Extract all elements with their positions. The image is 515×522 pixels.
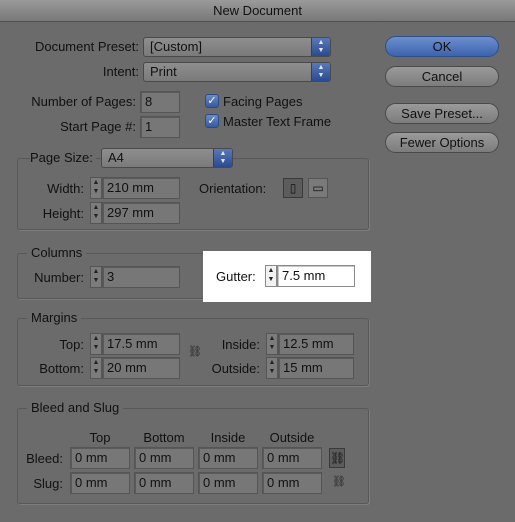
margin-outside-stepper[interactable]: ▲ ▼: [266, 357, 278, 379]
slug-top-field[interactable]: 0 mm: [70, 472, 130, 494]
cancel-button[interactable]: Cancel: [385, 66, 499, 87]
document-preset-value: [Custom]: [150, 39, 203, 54]
bleed-outside-field[interactable]: 0 mm: [262, 447, 322, 469]
intent-value: Print: [150, 64, 177, 79]
height-label: Height:: [42, 206, 84, 221]
bleed-header-bottom: Bottom: [143, 430, 185, 445]
width-stepper[interactable]: ▲ ▼: [90, 177, 102, 199]
slug-bottom-field[interactable]: 0 mm: [134, 472, 194, 494]
window-title: New Document: [0, 0, 515, 22]
landscape-icon[interactable]: ▭: [308, 178, 328, 198]
margin-outside-label: Outside:: [211, 361, 260, 376]
slug-outside-field[interactable]: 0 mm: [262, 472, 322, 494]
margin-bottom-stepper[interactable]: ▲ ▼: [90, 357, 102, 379]
ok-button[interactable]: OK: [385, 36, 499, 57]
margin-bottom-field[interactable]: 20 mm: [102, 357, 180, 379]
slug-label: Slug:: [33, 476, 63, 491]
height-field[interactable]: 297 mm: [102, 202, 180, 224]
margin-outside-field[interactable]: 15 mm: [278, 357, 354, 379]
intent-select[interactable]: Print ▲ ▼: [143, 62, 331, 82]
gutter-label: Gutter:: [216, 269, 256, 284]
gutter-highlight: Gutter: ▲ ▼ 7.5 mm: [203, 251, 371, 302]
facing-pages-label: Facing Pages: [223, 94, 303, 109]
portrait-icon[interactable]: ▯: [283, 178, 303, 198]
bleed-chain-icon[interactable]: ⛓: [329, 448, 345, 468]
slug-chain-icon[interactable]: ⛓: [332, 473, 346, 491]
fewer-options-button[interactable]: Fewer Options: [385, 132, 499, 153]
margins-title: Margins: [27, 310, 82, 325]
bleed-bottom-field[interactable]: 0 mm: [134, 447, 194, 469]
facing-pages-checkbox[interactable]: ✓: [205, 94, 219, 108]
bleed-header-inside: Inside: [210, 430, 246, 445]
document-preset-label: Document Preset:: [34, 39, 139, 54]
columns-number-label: Number:: [34, 270, 84, 285]
gutter-field[interactable]: 7.5 mm: [277, 265, 355, 287]
bleed-header-outside: Outside: [269, 430, 315, 445]
margin-bottom-label: Bottom:: [39, 361, 84, 376]
document-preset-select[interactable]: [Custom] ▲ ▼: [143, 37, 331, 57]
intent-label: Intent:: [102, 64, 139, 79]
margin-top-stepper[interactable]: ▲ ▼: [90, 333, 102, 355]
page-size-value: A4: [108, 150, 124, 165]
gutter-stepper[interactable]: ▲ ▼: [265, 265, 277, 287]
margin-inside-stepper[interactable]: ▲ ▼: [266, 333, 278, 355]
height-stepper[interactable]: ▲ ▼: [90, 202, 102, 224]
orientation-label: Orientation:: [199, 181, 267, 196]
margin-top-label: Top:: [59, 337, 84, 352]
page-size-select[interactable]: A4 ▲ ▼: [101, 148, 233, 168]
margin-inside-label: Inside:: [221, 337, 260, 352]
margin-inside-field[interactable]: 12.5 mm: [278, 333, 354, 355]
number-of-pages-field[interactable]: 8: [140, 91, 180, 113]
page-size-label: Page Size:: [30, 150, 96, 165]
save-preset-button[interactable]: Save Preset...: [385, 103, 499, 124]
master-text-frame-checkbox[interactable]: ✓: [205, 114, 219, 128]
columns-title: Columns: [27, 245, 87, 260]
columns-number-field[interactable]: 3: [102, 266, 180, 288]
width-field[interactable]: 210 mm: [102, 177, 180, 199]
bleed-inside-field[interactable]: 0 mm: [198, 447, 258, 469]
bleed-top-field[interactable]: 0 mm: [70, 447, 130, 469]
bleed-header-top: Top: [89, 430, 111, 445]
bleed-label: Bleed:: [26, 451, 63, 466]
popup-arrows-icon: ▲ ▼: [213, 149, 232, 167]
slug-inside-field[interactable]: 0 mm: [198, 472, 258, 494]
master-text-frame-label: Master Text Frame: [223, 114, 332, 129]
chain-link-icon[interactable]: ⛓: [188, 343, 202, 361]
popup-arrows-icon: ▲ ▼: [311, 63, 330, 81]
number-of-pages-label: Number of Pages:: [31, 94, 136, 109]
start-page-field[interactable]: 1: [140, 116, 180, 138]
start-page-label: Start Page #:: [60, 119, 136, 134]
margin-top-field[interactable]: 17.5 mm: [102, 333, 180, 355]
width-label: Width:: [47, 181, 84, 196]
popup-arrows-icon: ▲ ▼: [311, 38, 330, 56]
bleed-slug-title: Bleed and Slug: [27, 400, 124, 415]
columns-number-stepper[interactable]: ▲ ▼: [90, 266, 102, 288]
